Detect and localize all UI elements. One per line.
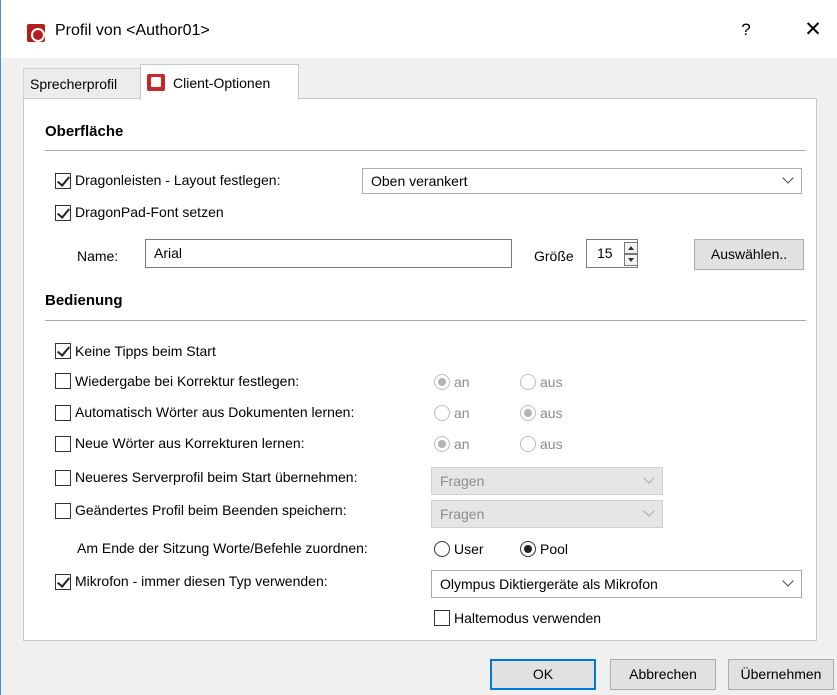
chevron-down-icon [643,505,655,517]
section-title-oberflaeche: Oberfläche [45,123,124,140]
section-divider [45,150,806,151]
microphone-select-value: Olympus Diktiergeräte als Mikrofon [440,576,658,592]
apply-button[interactable]: Übernehmen [728,659,834,690]
section-title-bedienung: Bedienung [45,292,123,309]
hold-mode-checkbox[interactable] [434,610,450,626]
size-down-arrow-icon[interactable] [624,254,638,266]
auto-learn-on-label: an [454,405,470,421]
font-checkbox[interactable] [55,205,71,221]
server-profile-select[interactable]: Fragen [431,467,663,495]
tips-checkbox-label: Keine Tipps beim Start [75,343,216,359]
size-up-arrow-icon[interactable] [624,242,638,254]
tab-sprecherprofil[interactable]: Sprecherprofil [23,68,141,99]
playback-checkbox[interactable] [55,373,71,389]
title-bar: Profil von <Author01> ? ✕ [1,0,837,58]
layout-checkbox-label: Dragonleisten - Layout festlegen: [75,172,281,188]
layout-select-value: Oben verankert [371,173,468,189]
font-checkbox-label: DragonPad-Font setzen [75,204,224,220]
layout-select[interactable]: Oben verankert [362,168,802,194]
chevron-down-icon [782,575,794,587]
playback-on-radio[interactable] [434,374,450,390]
assign-pool-radio[interactable] [520,541,536,557]
save-profile-checkbox-label: Geändertes Profil beim Beenden speichern… [75,502,347,518]
tab-label: Client-Optionen [173,75,271,91]
section-divider [45,320,806,321]
assign-label: Am Ende der Sitzung Worte/Befehle zuordn… [77,540,368,556]
tips-checkbox[interactable] [55,343,71,359]
auto-learn-checkbox-label: Automatisch Wörter aus Dokumenten lernen… [75,404,355,420]
new-words-off-radio[interactable] [520,436,536,452]
ok-button[interactable]: OK [490,659,596,690]
auto-learn-off-radio[interactable] [520,405,536,421]
new-words-off-label: aus [540,436,563,452]
client-options-panel: Oberfläche Dragonleisten - Layout festle… [23,98,817,641]
assign-user-label: User [454,541,484,557]
auto-learn-on-radio[interactable] [434,405,450,421]
new-words-on-radio[interactable] [434,436,450,452]
chevron-down-icon [643,472,655,484]
tab-label: Sprecherprofil [30,76,118,92]
save-profile-checkbox[interactable] [55,503,71,519]
playback-off-radio[interactable] [520,374,536,390]
playback-checkbox-label: Wiedergabe bei Korrektur festlegen: [75,373,300,389]
assign-pool-label: Pool [540,541,569,557]
tab-client-optionen[interactable]: Client-Optionen [140,64,299,100]
playback-off-label: aus [540,374,563,390]
close-icon[interactable]: ✕ [801,19,825,43]
client-options-icon [147,74,165,91]
new-words-checkbox[interactable] [55,436,71,452]
choose-font-button[interactable]: Auswählen.. [694,239,804,270]
font-name-input[interactable]: Arial [145,239,512,268]
profile-dialog: Profil von <Author01> ? ✕ Sprecherprofil… [0,0,837,695]
assign-user-radio[interactable] [434,541,450,557]
layout-checkbox[interactable] [55,173,71,189]
auto-learn-off-label: aus [540,405,563,421]
cancel-button[interactable]: Abbrechen [610,659,716,690]
size-label: Größe [534,248,574,264]
server-profile-checkbox-label: Neueres Serverprofil beim Start übernehm… [75,469,358,485]
new-words-on-label: an [454,436,470,452]
auto-learn-checkbox[interactable] [55,405,71,421]
microphone-select[interactable]: Olympus Diktiergeräte als Mikrofon [431,570,802,598]
dragon-app-icon [27,24,45,42]
server-profile-select-value: Fragen [440,473,485,489]
save-profile-select-value: Fragen [440,506,485,522]
dialog-title: Profil von <Author01> [55,22,210,39]
save-profile-select[interactable]: Fragen [431,500,663,528]
chevron-down-icon [782,172,794,184]
help-button[interactable]: ? [736,20,756,42]
hold-mode-checkbox-label: Haltemodus verwenden [454,610,602,626]
microphone-checkbox[interactable] [55,574,71,590]
microphone-checkbox-label: Mikrofon - immer diesen Typ verwenden: [75,573,328,589]
name-label: Name: [77,248,119,264]
new-words-checkbox-label: Neue Wörter aus Korrekturen lernen: [75,435,305,451]
server-profile-checkbox[interactable] [55,470,71,486]
playback-on-label: an [454,374,470,390]
